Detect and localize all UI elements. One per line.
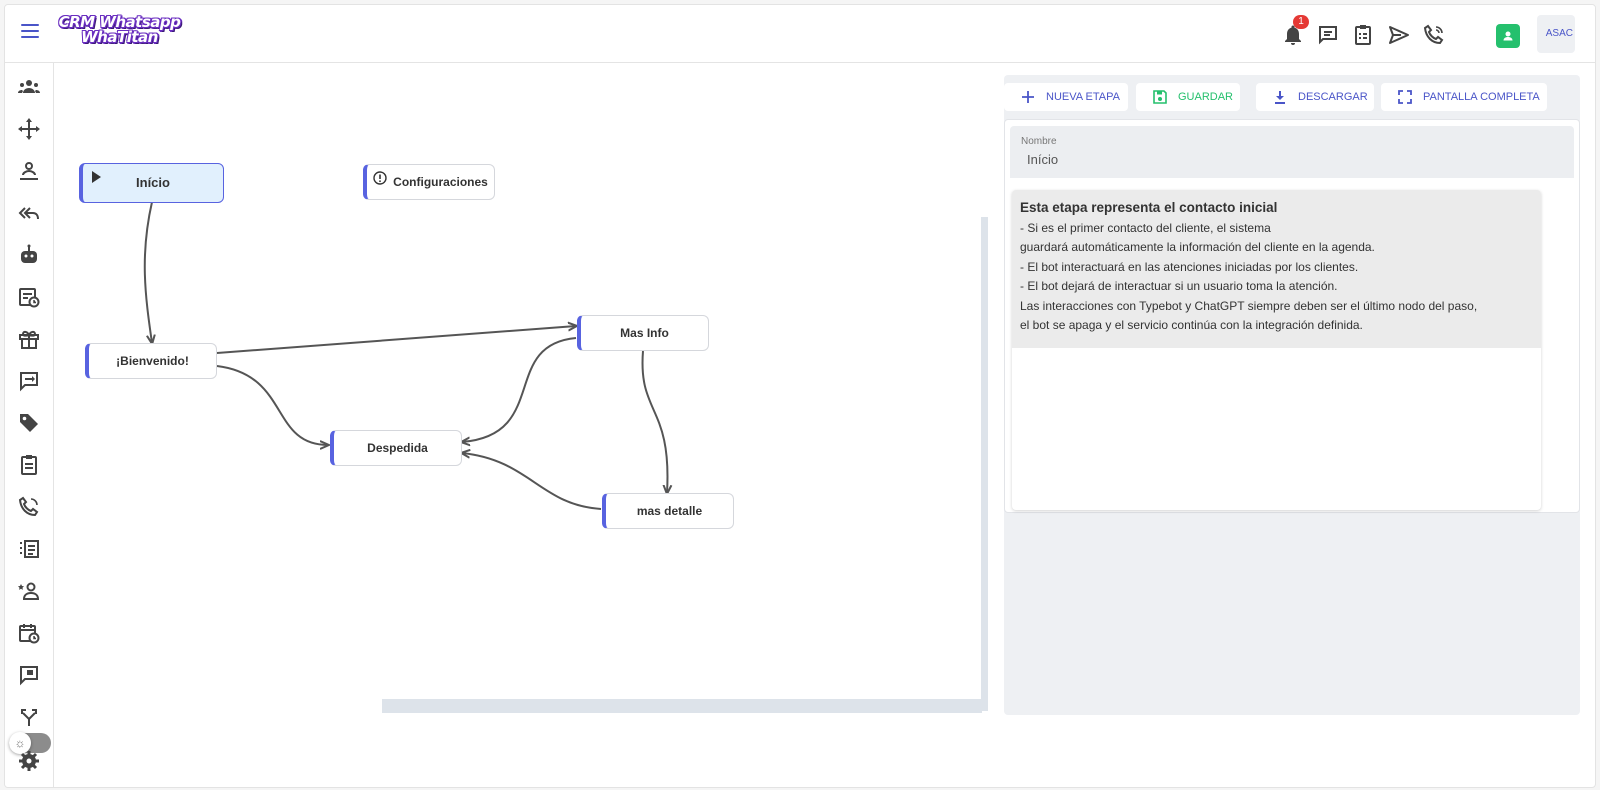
stage-description-card: Esta etapa representa el contacto inicia…	[1012, 190, 1541, 510]
notification-badge: 1	[1293, 15, 1309, 29]
fullscreen-icon	[1397, 89, 1413, 105]
edge-masinfo-despedida	[462, 337, 577, 442]
save-button[interactable]: Guardar	[1136, 83, 1240, 111]
description-line: - El bot dejará de interactuar si un usu…	[1020, 279, 1338, 294]
clipboard-icon[interactable]	[1351, 23, 1375, 47]
hamburger-icon[interactable]	[21, 24, 39, 40]
save-icon	[1152, 89, 1168, 105]
settings-icon[interactable]	[17, 749, 41, 773]
sidebar: ☼	[5, 63, 54, 787]
reply-all-icon[interactable]	[17, 201, 41, 225]
description-line: guardará automáticamente la información …	[1020, 240, 1375, 255]
flow-canvas[interactable]: Início Configuraciones ¡Bienvenido! Mas …	[60, 75, 988, 715]
description-line: el bot se apaga y el servicio continúa c…	[1020, 318, 1363, 333]
flow-node-configuraciones[interactable]: Configuraciones	[363, 164, 495, 200]
transfer-icon[interactable]	[17, 369, 41, 393]
chat-icon[interactable]	[1316, 23, 1340, 47]
avatar[interactable]: ASAC	[1537, 15, 1575, 53]
phone-icon[interactable]	[17, 495, 41, 519]
flow-node-bienvenido[interactable]: ¡Bienvenido!	[85, 343, 217, 379]
logo: CRM Whatsapp WhaTitan	[57, 15, 182, 51]
node-label: Mas Info	[620, 326, 669, 340]
feedback-icon[interactable]	[17, 663, 41, 687]
flow-node-mas-detalle[interactable]: mas detalle	[602, 493, 734, 529]
flow-node-mas-info[interactable]: Mas Info	[577, 315, 709, 351]
plus-icon	[1020, 89, 1036, 105]
description-line: Las interacciones con Typebot y ChatGPT …	[1020, 298, 1478, 313]
download-icon	[1272, 89, 1288, 105]
groups-icon[interactable]	[17, 75, 41, 99]
top-bar: CRM Whatsapp WhaTitan 1 ASAC	[5, 5, 1595, 63]
app-frame: CRM Whatsapp WhaTitan 1 ASAC ☼ Início Co…	[4, 4, 1596, 788]
stage-name-input[interactable]	[1027, 152, 1547, 167]
flow-node-inicio[interactable]: Início	[79, 163, 224, 203]
new-stage-button[interactable]: Nueva Etapa	[1004, 83, 1128, 111]
description-title: Esta etapa representa el contacto inicia…	[1020, 200, 1278, 215]
fullscreen-button[interactable]: Pantalla Completa	[1381, 83, 1547, 111]
alert-icon	[373, 171, 387, 185]
node-label: mas detalle	[636, 504, 703, 518]
bell-icon[interactable]: 1	[1281, 15, 1309, 47]
scheduled-icon[interactable]	[17, 285, 41, 309]
tag-icon[interactable]	[17, 411, 41, 435]
vertical-scrollbar[interactable]	[981, 217, 988, 711]
gift-icon[interactable]	[17, 327, 41, 351]
flow-node-despedida[interactable]: Despedida	[330, 430, 462, 466]
clipboard-icon[interactable]	[17, 453, 41, 477]
edge-masdetalle-despedida	[462, 453, 602, 510]
node-label: ¡Bienvenido!	[116, 354, 189, 368]
stage-name-label: Nombre	[1021, 136, 1057, 147]
node-label: Configuraciones	[393, 175, 488, 189]
description-line: - Si es el primer contacto del cliente, …	[1020, 221, 1271, 235]
bot-icon[interactable]	[17, 243, 41, 267]
node-label: Despedida	[367, 441, 428, 455]
edge-bienvenido-masinfo	[216, 326, 576, 354]
list-icon[interactable]	[17, 537, 41, 561]
edge-bienvenido-despedida	[216, 365, 328, 445]
download-button[interactable]: Descargar	[1256, 83, 1374, 111]
stage-editor-panel: Nueva Etapa Guardar Descargar Pantalla C…	[1004, 75, 1580, 715]
edge-masinfo-masdetalle	[641, 350, 667, 493]
node-label: Início	[136, 175, 170, 190]
description-line: - El bot interactuará en las atenciones …	[1020, 259, 1359, 274]
calendar-clock-icon[interactable]	[17, 621, 41, 645]
contact-button[interactable]	[1496, 24, 1520, 48]
logo-line-2: WhaTitan	[81, 28, 158, 46]
phone-icon[interactable]	[1422, 23, 1446, 47]
stage-form: Nombre Esta etapa representa el contacto…	[1004, 119, 1580, 513]
stage-name-field[interactable]: Nombre	[1010, 126, 1574, 178]
stage-description: Esta etapa representa el contacto inicia…	[1012, 190, 1541, 348]
user-star-icon[interactable]	[17, 579, 41, 603]
play-icon	[89, 170, 103, 184]
fork-icon[interactable]	[17, 705, 41, 729]
contact-icon	[1503, 31, 1513, 41]
send-icon[interactable]	[1387, 23, 1411, 47]
user-queue-icon[interactable]	[17, 159, 41, 183]
horizontal-scrollbar[interactable]	[60, 699, 982, 715]
edge-inicio-bienvenido	[143, 201, 152, 343]
move-icon[interactable]	[17, 117, 41, 141]
